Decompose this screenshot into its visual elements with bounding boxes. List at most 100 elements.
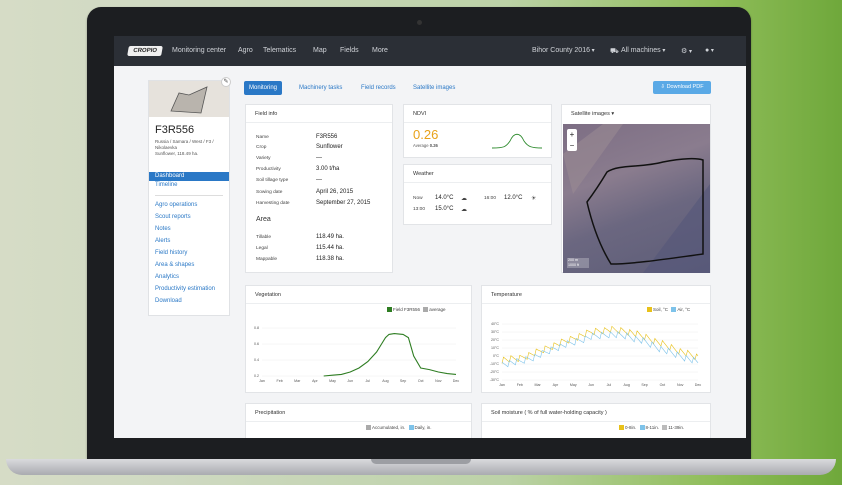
nav-fields[interactable]: Fields: [340, 47, 359, 54]
temperature-title: Temperature: [491, 292, 522, 298]
info-label: Name: [256, 135, 269, 140]
x-tick-label: Apr: [553, 383, 559, 387]
info-label: Mappable: [256, 257, 278, 262]
legend-item[interactable]: 0-8in.: [625, 425, 636, 430]
precipitation-legend: Accumulated, in. Daily, in.: [366, 425, 432, 431]
weather-time: 13:00: [413, 207, 426, 212]
sidebar-item-area-shapes[interactable]: Area & shapes: [149, 261, 229, 270]
ndvi-title: NDVI: [413, 111, 427, 117]
sidebar-item-download[interactable]: Download: [149, 297, 229, 306]
weather-temp: 12.0°C: [504, 195, 523, 201]
sidebar-item-alerts[interactable]: Alerts: [149, 237, 229, 246]
weather-time: Now: [413, 196, 423, 201]
tab-monitoring[interactable]: Monitoring: [244, 81, 283, 95]
info-value: September 27, 2015: [316, 200, 371, 206]
y-tick-label: 30°C: [491, 330, 499, 334]
weather-title: Weather: [413, 171, 434, 177]
soil-moisture-legend: 0-8in. 8-11in. 11-39in.: [619, 425, 684, 431]
x-tick-label: Sep: [400, 379, 406, 383]
logo[interactable]: CROPIO: [127, 46, 163, 56]
vegetation-legend: Field F3R556 average: [387, 307, 446, 313]
nav-monitoring-center[interactable]: Monitoring center: [172, 47, 226, 54]
legend-item[interactable]: 11-39in.: [668, 425, 684, 430]
soil-moisture-panel: Soil moisture ( % of full water-holding …: [481, 403, 711, 438]
y-tick-label: 0.4: [254, 358, 259, 362]
sidebar-item-notes[interactable]: Notes: [149, 225, 229, 234]
nav-more[interactable]: More: [372, 47, 388, 54]
y-tick-label: 0°C: [493, 354, 499, 358]
app-screen: CROPIO Monitoring center Agro Telematics…: [114, 36, 746, 438]
info-value: Sunflower: [316, 144, 343, 150]
sidebar-item-productivity-estimation[interactable]: Productivity estimation: [149, 285, 229, 294]
sidebar-item-field-history[interactable]: Field history: [149, 249, 229, 258]
zoom-out-button[interactable]: −: [567, 140, 577, 151]
x-tick-label: Nov: [435, 379, 442, 383]
season-dropdown[interactable]: Bihor County 2016: [532, 47, 595, 54]
satellite-panel: Satellite images ▾ + − 200 m 1000 ft: [561, 104, 711, 273]
sidebar-item-scout-reports[interactable]: Scout reports: [149, 213, 229, 222]
y-tick-label: 20°C: [491, 338, 499, 342]
y-tick-label: -10°C: [490, 362, 500, 366]
machines-dropdown[interactable]: All machines: [621, 47, 665, 54]
x-tick-label: Jun: [588, 383, 594, 387]
legend-item[interactable]: Accumulated, in.: [372, 425, 405, 430]
temperature-chart: 40°C 30°C 20°C 10°C 0°C -10°C -20°C -30°CJan Feb…: [490, 322, 702, 387]
x-tick-label: Dec: [695, 383, 702, 387]
tab-field-records[interactable]: Field records: [356, 81, 401, 95]
download-pdf-button[interactable]: ⇩ Download PDF: [653, 81, 711, 94]
temperature-legend: Soil, °C Air, °C: [647, 307, 690, 313]
top-navbar: CROPIO Monitoring center Agro Telematics…: [114, 36, 746, 66]
satellite-map[interactable]: + − 200 m 1000 ft: [563, 124, 710, 273]
soil-moisture-title: Soil moisture ( % of full water-holding …: [491, 410, 607, 416]
weather-temp: 14.0°C: [435, 195, 454, 201]
edit-pencil-icon[interactable]: ✎: [221, 77, 231, 87]
legend-item[interactable]: Soil, °C: [653, 307, 668, 312]
legend-item[interactable]: average: [429, 307, 445, 312]
weather-temp: 15.0°C: [435, 206, 454, 212]
x-tick-label: May: [329, 379, 336, 383]
legend-item[interactable]: 8-11in.: [646, 425, 659, 430]
sidebar-item-dashboard[interactable]: Dashboard: [149, 172, 229, 181]
legend-item[interactable]: Air, °C: [677, 307, 690, 312]
satellite-title[interactable]: Satellite images ▾: [571, 111, 614, 117]
zoom-in-button[interactable]: +: [567, 129, 577, 140]
nav-agro[interactable]: Agro: [238, 47, 253, 54]
tab-satellite-images[interactable]: Satellite images: [408, 81, 460, 95]
info-label: Sowing date: [256, 190, 283, 195]
series-line-air-c: [501, 331, 699, 368]
x-tick-label: Nov: [677, 383, 684, 387]
camera: [417, 20, 422, 25]
cloud-icon: ☁: [461, 207, 467, 213]
info-value: April 26, 2015: [316, 189, 354, 195]
y-tick-label: 40°C: [491, 322, 499, 326]
ndvi-sparkline: [491, 133, 543, 149]
vegetation-chart: 0.8 0.6 0.4 0.2Jan Feb Mar Apr May Jun Jul Aug Sep O…: [254, 326, 460, 383]
field-sidebar: ✎ F3R556 Russia / Samara / West / F3 / N…: [148, 77, 231, 316]
field-location: Russia / Samara / West / F3 / Nikolaevka…: [155, 139, 214, 156]
legend-item[interactable]: Daily, in.: [415, 425, 432, 430]
info-value: 118.49 ha.: [316, 234, 344, 240]
info-label: Harvesting date: [256, 201, 290, 206]
machine-icon[interactable]: ⛟: [610, 47, 619, 56]
y-tick-label: -30°C: [490, 378, 500, 382]
temperature-panel: Temperature Soil, °C Air, °C 40°C 30°C 20°…: [481, 285, 711, 393]
y-tick-label: 0.8: [254, 326, 259, 330]
tab-machinery-tasks[interactable]: Machinery tasks: [294, 81, 347, 95]
field-shape-thumbnail: [149, 81, 229, 117]
map-scale: 200 m 1000 ft: [567, 258, 589, 268]
x-tick-label: Dec: [453, 379, 460, 383]
nav-map[interactable]: Map: [313, 47, 327, 54]
info-label: Variety: [256, 156, 271, 161]
sidebar-item-analytics[interactable]: Analytics: [149, 273, 229, 282]
field-name: F3R556: [155, 124, 195, 136]
nav-telematics[interactable]: Telematics: [263, 47, 296, 54]
sidebar-item-timeline[interactable]: Timeline: [149, 181, 229, 190]
y-tick-label: 10°C: [491, 346, 499, 350]
info-label: Crop: [256, 145, 267, 150]
series-line-field-f3r556: [323, 333, 457, 377]
sidebar-divider: [155, 195, 223, 196]
gear-icon[interactable]: ⚙: [681, 47, 692, 55]
sidebar-item-agro-operations[interactable]: Agro operations: [149, 201, 229, 210]
user-icon[interactable]: ●: [705, 47, 714, 54]
legend-item[interactable]: Field F3R556: [393, 307, 420, 312]
